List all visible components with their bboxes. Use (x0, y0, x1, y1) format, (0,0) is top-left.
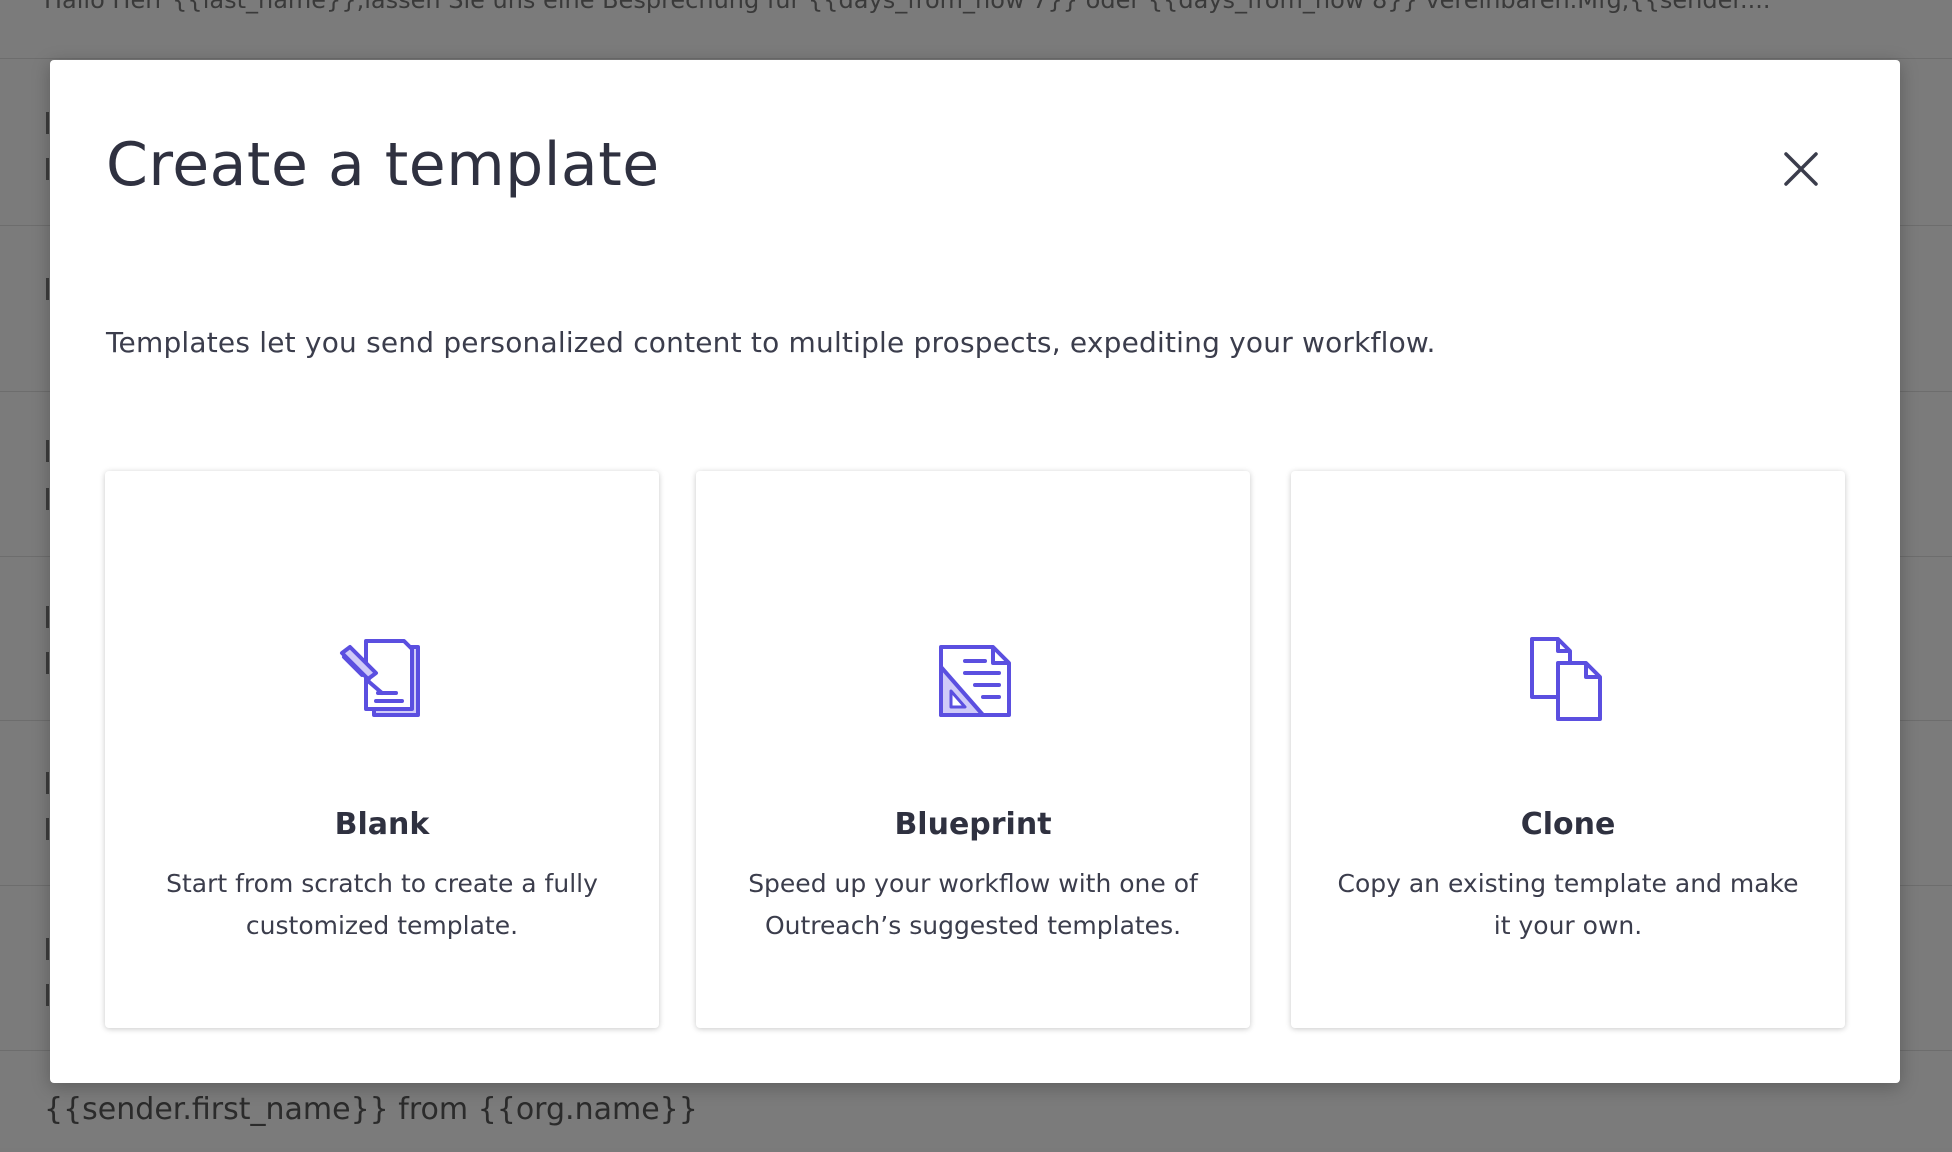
background-divider (0, 58, 1952, 59)
background-row-marker (46, 652, 49, 674)
background-row-marker (46, 158, 49, 180)
background-row-marker (46, 112, 49, 134)
template-options: Blank Start from scratch to create a ful… (105, 471, 1845, 1031)
background-row-marker (46, 818, 49, 840)
background-email-preview: Hallo Herr {{last_name}},lassen Sie uns … (44, 0, 1771, 14)
background-row-marker (46, 278, 49, 300)
close-button[interactable] (1774, 142, 1828, 196)
background-row-marker (46, 772, 49, 794)
option-description: Speed up your workflow with one of Outre… (748, 869, 1198, 940)
option-card-blank[interactable]: Blank Start from scratch to create a ful… (105, 471, 659, 1028)
option-card-blueprint[interactable]: Blueprint Speed up your workflow with on… (696, 471, 1250, 1028)
background-row-marker (46, 488, 49, 510)
background-row-marker (46, 440, 49, 462)
option-title: Blank (334, 807, 430, 842)
clone-icon (1530, 637, 1602, 721)
option-title: Clone (1520, 807, 1616, 842)
background-email-subject: {{sender.first_name}} from {{org.name}} (44, 1092, 698, 1127)
option-card-clone[interactable]: Clone Copy an existing template and make… (1291, 471, 1845, 1028)
close-icon (1784, 152, 1818, 186)
create-template-modal: Create a template Templates let you send… (50, 60, 1900, 1083)
background-email-preview-cut (44, 1138, 1944, 1152)
blueprint-icon (939, 645, 1011, 717)
modal-title: Create a template (106, 130, 660, 200)
modal-description: Templates let you send personalized cont… (106, 326, 1436, 359)
background-row-marker (46, 606, 49, 628)
background-row-marker (46, 984, 49, 1006)
blank-template-icon (340, 639, 420, 717)
background-row-marker (46, 938, 49, 960)
option-description: Start from scratch to create a fully cus… (166, 869, 598, 940)
option-description: Copy an existing template and make it yo… (1337, 869, 1799, 940)
option-title: Blueprint (894, 807, 1052, 842)
